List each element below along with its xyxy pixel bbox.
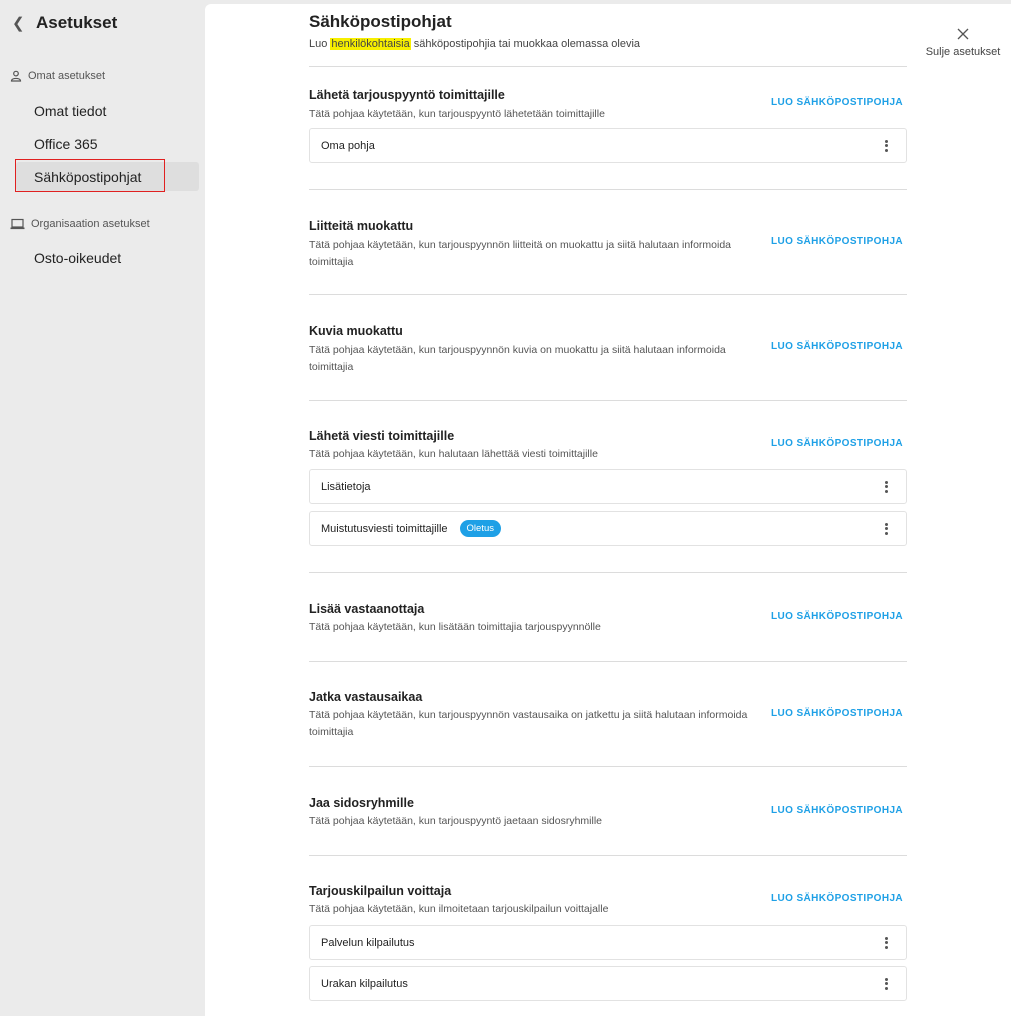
person-icon	[10, 70, 22, 82]
create-template-button[interactable]: LUO SÄHKÖPOSTIPOHJA	[771, 97, 903, 108]
section-description: Tätä pohjaa käytetään, kun tarjouspyynnö…	[309, 344, 726, 373]
create-template-button[interactable]: LUO SÄHKÖPOSTIPOHJA	[771, 341, 903, 352]
section-title: Liitteitä muokattu	[309, 219, 414, 233]
sidebar-item-label: Osto-oikeudet	[34, 249, 122, 266]
create-template-button[interactable]: LUO SÄHKÖPOSTIPOHJA	[771, 805, 903, 816]
template-card[interactable]: Urakan kilpailutus	[309, 966, 907, 1001]
more-options-icon[interactable]	[880, 976, 892, 992]
section-heading-org-settings: Organisaation asetukset	[10, 218, 150, 230]
template-name: Oma pohja	[321, 139, 375, 152]
section-description: Tätä pohjaa käytetään, kun tarjouspyyntö…	[309, 815, 603, 827]
create-template-button[interactable]: LUO SÄHKÖPOSTIPOHJA	[771, 708, 903, 719]
section-description: Tätä pohjaa käytetään, kun tarjouspyynnö…	[309, 239, 732, 268]
template-card[interactable]: Oma pohja	[309, 128, 907, 163]
create-template-button[interactable]: LUO SÄHKÖPOSTIPOHJA	[771, 611, 903, 622]
more-options-icon[interactable]	[880, 521, 892, 537]
divider	[309, 189, 907, 190]
close-icon[interactable]	[957, 28, 969, 40]
section-title: Jaa sidosryhmille	[309, 796, 414, 810]
laptop-icon	[10, 218, 25, 230]
divider	[309, 661, 907, 662]
sidebar-item-osto-oikeudet[interactable]: Osto-oikeudet	[16, 243, 199, 272]
section-title: Lähetä tarjouspyyntö toimittajille	[309, 88, 505, 102]
subtitle-prefix: Luo	[309, 38, 328, 50]
template-name: Muistutusviesti toimittajille	[321, 522, 448, 535]
page-subtitle: Luo henkilökohtaisia sähköpostipohjia ta…	[309, 38, 640, 50]
section-heading-label: Organisaation asetukset	[31, 218, 150, 230]
page-title: Sähköpostipohjat	[309, 12, 452, 31]
create-template-button[interactable]: LUO SÄHKÖPOSTIPOHJA	[771, 893, 903, 904]
sidebar-item-label: Office 365	[34, 135, 98, 152]
section-title: Kuvia muokattu	[309, 324, 403, 338]
section-description: Tätä pohjaa käytetään, kun tarjouspyyntö…	[309, 108, 605, 120]
template-name: Palvelun kilpailutus	[321, 936, 415, 949]
section-title: Tarjouskilpailun voittaja	[309, 884, 452, 898]
section-description: Tätä pohjaa käytetään, kun tarjouspyynnö…	[309, 709, 748, 738]
close-settings-button[interactable]: Sulje asetukset	[921, 28, 1005, 58]
subtitle-suffix: sähköpostipohjia tai muokkaa olemassa ol…	[413, 38, 641, 50]
template-card[interactable]: Palvelun kilpailutus	[309, 925, 907, 960]
create-template-button[interactable]: LUO SÄHKÖPOSTIPOHJA	[771, 236, 903, 247]
template-name: Urakan kilpailutus	[321, 977, 408, 990]
section-description: Tätä pohjaa käytetään, kun ilmoitetaan t…	[309, 903, 609, 915]
section-heading-label: Omat asetukset	[28, 70, 106, 82]
settings-sidebar: ❮ Asetukset Omat asetukset Omat tiedot O…	[0, 0, 205, 1016]
close-settings-label: Sulje asetukset	[925, 46, 1001, 58]
create-template-button[interactable]: LUO SÄHKÖPOSTIPOHJA	[771, 438, 903, 449]
more-options-icon[interactable]	[880, 479, 892, 495]
highlighted-word: henkilökohtaisia	[330, 38, 411, 50]
divider	[309, 294, 907, 295]
sidebar-item-omat-tiedot[interactable]: Omat tiedot	[16, 96, 199, 125]
default-badge: Oletus	[459, 520, 502, 537]
divider	[309, 400, 907, 401]
divider	[309, 766, 907, 767]
template-card[interactable]: Lisätietoja	[309, 469, 907, 504]
template-card[interactable]: Muistutusviesti toimittajille Oletus	[309, 511, 907, 546]
divider	[309, 572, 907, 573]
sidebar-item-label: Omat tiedot	[34, 102, 107, 119]
divider	[309, 855, 907, 856]
sidebar-item-sahkopostipohjat[interactable]: Sähköpostipohjat	[16, 162, 199, 191]
section-title: Lähetä viesti toimittajille	[309, 429, 455, 443]
more-options-icon[interactable]	[880, 935, 892, 951]
sidebar-item-office-365[interactable]: Office 365	[16, 129, 199, 158]
section-description: Tätä pohjaa käytetään, kun lisätään toim…	[309, 621, 601, 633]
section-title: Jatka vastausaikaa	[309, 690, 423, 704]
main-panel: Sähköpostipohjat Luo henkilökohtaisia sä…	[205, 4, 1011, 1016]
section-heading-own-settings: Omat asetukset	[10, 70, 105, 82]
back-button[interactable]: ❮ Asetukset	[12, 13, 117, 33]
sidebar-title: Asetukset	[36, 13, 118, 32]
template-name: Lisätietoja	[321, 480, 371, 493]
more-options-icon[interactable]	[880, 138, 892, 154]
sidebar-item-label: Sähköpostipohjat	[34, 168, 142, 185]
chevron-left-icon[interactable]: ❮	[12, 14, 26, 32]
section-title: Lisää vastaanottaja	[309, 602, 425, 616]
section-description: Tätä pohjaa käytetään, kun halutaan lähe…	[309, 448, 598, 460]
divider	[309, 66, 907, 67]
